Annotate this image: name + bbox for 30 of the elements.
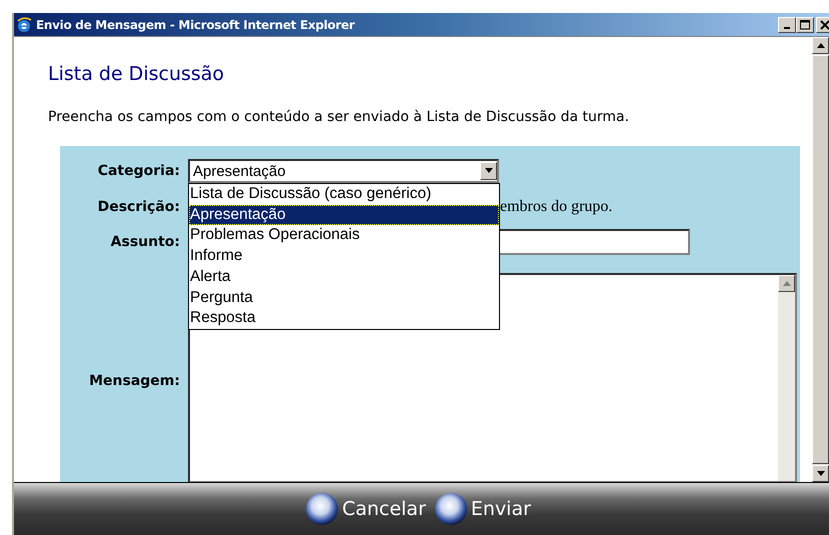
sphere-icon bbox=[434, 492, 468, 526]
dropdown-option[interactable]: Resposta bbox=[189, 308, 499, 329]
sphere-icon bbox=[305, 492, 340, 526]
field-label: Descrição: bbox=[96, 199, 181, 215]
dropdown-option[interactable]: Lista de Discussão (caso genérico) bbox=[189, 184, 499, 205]
category-dropdown[interactable]: Apresentação bbox=[188, 159, 499, 183]
browser-icon bbox=[16, 16, 32, 32]
page-heading: Lista de Discussão bbox=[48, 63, 226, 85]
minimize-button[interactable] bbox=[778, 16, 796, 32]
maximize-icon bbox=[800, 20, 810, 30]
window-title: Envio de Mensagem - Microsoft Internet Explorer bbox=[36, 18, 356, 32]
scroll-up-icon[interactable] bbox=[778, 275, 795, 292]
dropdown-option[interactable]: Informe bbox=[189, 246, 499, 267]
dropdown-option[interactable]: Alerta bbox=[189, 266, 499, 288]
description-text: embros do grupo. bbox=[500, 198, 612, 216]
instruction-text: Preencha os campos com o conteúdo a ser enviado à Lista de Discussão da turma. bbox=[48, 109, 630, 125]
scroll-down-icon[interactable] bbox=[812, 465, 829, 482]
send-button[interactable]: Enviar bbox=[434, 492, 531, 526]
dropdown-option[interactable]: Pergunta bbox=[189, 288, 499, 308]
field-label: Mensagem: bbox=[88, 373, 181, 389]
scroll-up-icon[interactable] bbox=[812, 37, 829, 54]
minimize-icon bbox=[784, 27, 790, 29]
dropdown-option[interactable]: Problemas Operacionais bbox=[189, 225, 499, 246]
close-button[interactable] bbox=[816, 16, 829, 32]
close-icon bbox=[820, 20, 829, 30]
dropdown-option[interactable]: Apresentação bbox=[189, 204, 499, 226]
maximize-button[interactable] bbox=[796, 16, 814, 32]
field-label: Assunto: bbox=[110, 234, 181, 250]
field-label: Categoria: bbox=[96, 163, 181, 179]
cancel-button[interactable]: Cancelar bbox=[305, 492, 426, 526]
